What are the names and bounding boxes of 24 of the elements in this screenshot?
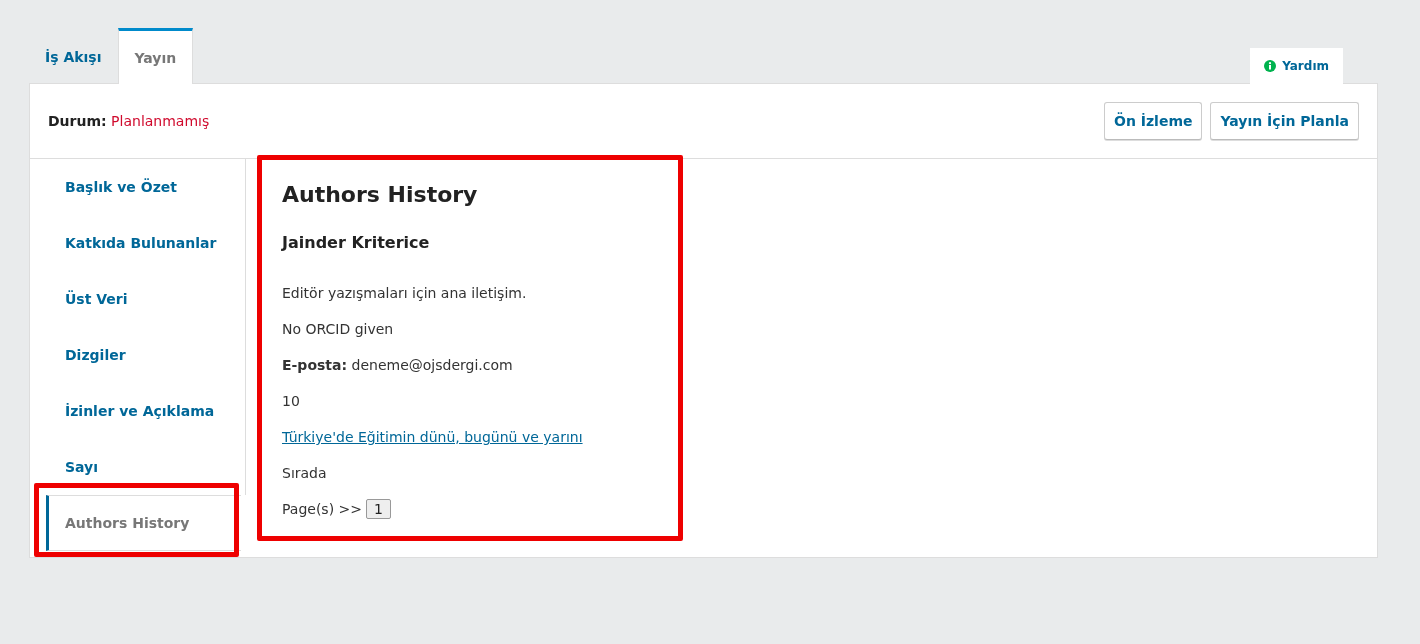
info-icon (1264, 60, 1277, 72)
status-text: Durum: Planlanmamış (48, 113, 210, 129)
action-button[interactable]: Ön İzleme (1104, 102, 1203, 140)
action-button[interactable]: Yayın İçin Planla (1210, 102, 1359, 140)
pages-label: Page(s) >> (282, 500, 363, 519)
sidebar-item[interactable]: Katkıda Bulunanlar (30, 215, 245, 271)
page-button[interactable]: 1 (366, 499, 391, 519)
info-text: 10 (282, 392, 301, 411)
sidebar-item[interactable]: Authors History (46, 495, 241, 551)
help-button[interactable]: Yardım (1250, 48, 1343, 84)
info-text: No ORCID given (282, 320, 395, 339)
sidebar-item[interactable]: Başlık ve Özet (30, 159, 245, 215)
sidebar-item[interactable]: Dizgiler (30, 327, 245, 383)
info-text: E-posta: deneme@ojsdergi.com (282, 356, 514, 375)
section-title: Authors History (282, 182, 479, 207)
info-text: Sırada (282, 464, 328, 483)
tab[interactable]: Yayın (117, 28, 194, 84)
sidebar-item[interactable]: Sayı (30, 439, 245, 495)
issue-link[interactable]: Türkiye'de Eğitimin dünü, bugünü ve yarını (282, 429, 583, 445)
sidebar-item[interactable]: İzinler ve Açıklama (30, 383, 245, 439)
info-text: Editör yazışmaları için ana iletişim. (282, 284, 528, 303)
author-name: Jainder Kriterice (282, 233, 431, 252)
sidebar-item[interactable]: Üst Veri (30, 271, 245, 327)
tab[interactable]: İş Akışı (29, 28, 118, 83)
